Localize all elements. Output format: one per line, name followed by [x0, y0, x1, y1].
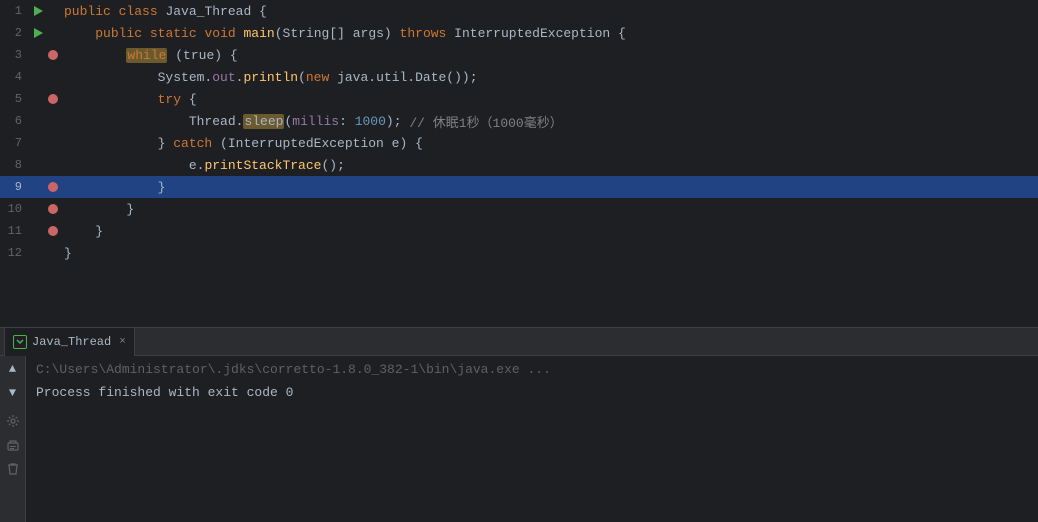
line-number-10: 10 [0, 202, 28, 216]
line-number-3: 3 [0, 48, 28, 62]
print-button[interactable] [4, 436, 22, 454]
gutter-row-4: 4 [0, 66, 60, 88]
console-tab[interactable]: Java_Thread × [4, 328, 135, 356]
code-line-4: System.out.println(new java.util.Date())… [60, 66, 1038, 88]
code-line-9: } [60, 176, 1038, 198]
console-tab-label: Java_Thread [32, 335, 111, 349]
run-icon-6 [30, 113, 46, 129]
line-number-7: 7 [0, 136, 28, 150]
editor-area: 1 2 3 4 5 [0, 0, 1038, 327]
line-number-8: 8 [0, 158, 28, 172]
gutter-row-10: 10 [0, 198, 60, 220]
code-line-11: } [60, 220, 1038, 242]
gutter-row-8: 8 [0, 154, 60, 176]
console-sidebar: ▲ ▼ [0, 356, 26, 522]
scroll-up-button[interactable]: ▲ [4, 360, 22, 378]
console-tab-bar: Java_Thread × [0, 328, 1038, 356]
gutter-row-5: 5 [0, 88, 60, 110]
line-number-6: 6 [0, 114, 28, 128]
run-icon-10 [30, 201, 46, 217]
code-line-6: Thread.sleep(millis: 1000); // 休眠1秒（1000… [60, 110, 1038, 132]
breakpoint-11[interactable] [46, 226, 60, 236]
code-line-2: public static void main(String[] args) t… [60, 22, 1038, 44]
breakpoint-5[interactable] [46, 94, 60, 104]
line-number-12: 12 [0, 246, 28, 260]
line-gutter: 1 2 3 4 5 [0, 0, 60, 327]
gutter-row-11: 11 [0, 220, 60, 242]
run-icon-7 [30, 135, 46, 151]
run-icon-12 [30, 245, 46, 261]
console-cmd-line: C:\Users\Administrator\.jdks\corretto-1.… [36, 362, 1028, 377]
gutter-row-12: 12 [0, 242, 60, 264]
code-line-8: e.printStackTrace(); [60, 154, 1038, 176]
gutter-row-9: 9 [0, 176, 60, 198]
code-line-12: } [60, 242, 1038, 264]
console-content: ▲ ▼ [0, 356, 1038, 522]
line-number-1: 1 [0, 4, 28, 18]
gutter-row-1: 1 [0, 0, 60, 22]
run-icon-2[interactable] [30, 25, 46, 41]
run-icon-4 [30, 69, 46, 85]
line-number-2: 2 [0, 26, 28, 40]
run-icon-5 [30, 91, 46, 107]
console-tab-close[interactable]: × [119, 336, 126, 348]
line-number-5: 5 [0, 92, 28, 106]
scroll-down-button[interactable]: ▼ [4, 384, 22, 402]
run-icon-9 [30, 179, 46, 195]
code-lines[interactable]: public class Java_Thread { public static… [60, 0, 1038, 327]
code-line-7: } catch (InterruptedException e) { [60, 132, 1038, 154]
code-line-10: } [60, 198, 1038, 220]
console-output: Process finished with exit code 0 [36, 385, 1028, 400]
line-number-11: 11 [0, 224, 28, 238]
run-icon-3 [30, 47, 46, 63]
gutter-row-3: 3 [0, 44, 60, 66]
bottom-panel: Java_Thread × ▲ ▼ [0, 327, 1038, 522]
gutter-row-6: 6 [0, 110, 60, 132]
code-line-1: public class Java_Thread { [60, 0, 1038, 22]
run-icon-8 [30, 157, 46, 173]
gutter-row-2: 2 [0, 22, 60, 44]
run-icon-11 [30, 223, 46, 239]
code-line-3: while (true) { [60, 44, 1038, 66]
gutter-row-7: 7 [0, 132, 60, 154]
line-number-4: 4 [0, 70, 28, 84]
delete-button[interactable] [4, 460, 22, 478]
settings-button[interactable] [4, 412, 22, 430]
console-icon [13, 335, 27, 349]
run-icon-1[interactable] [30, 3, 46, 19]
code-line-5: try { [60, 88, 1038, 110]
breakpoint-10[interactable] [46, 204, 60, 214]
code-container: 1 2 3 4 5 [0, 0, 1038, 327]
console-text-area: C:\Users\Administrator\.jdks\corretto-1.… [26, 356, 1038, 522]
breakpoint-3[interactable] [46, 50, 60, 60]
breakpoint-9[interactable] [46, 182, 60, 192]
line-number-9: 9 [0, 180, 28, 194]
